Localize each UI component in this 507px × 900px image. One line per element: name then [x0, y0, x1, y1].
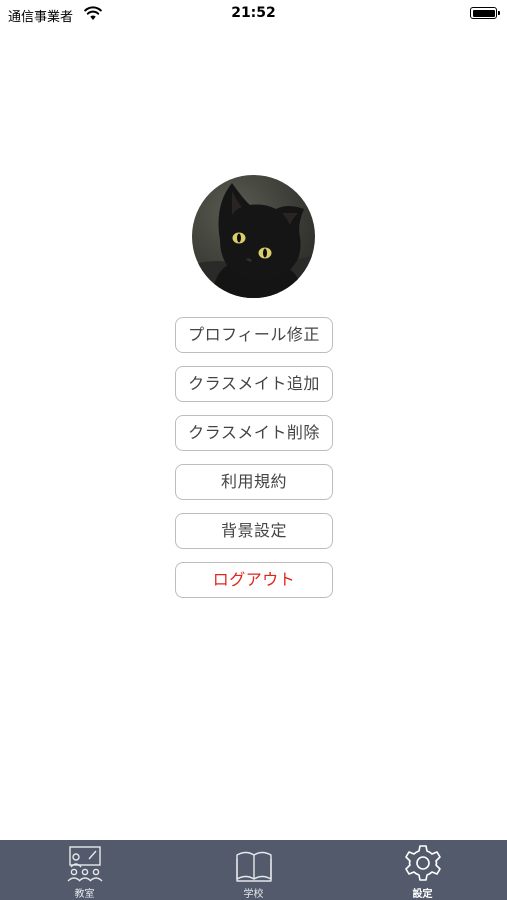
book-icon — [235, 851, 272, 882]
status-time: 21:52 — [231, 5, 276, 21]
background-settings-button[interactable]: 背景設定 — [175, 513, 333, 549]
tab-school-label: 学校 — [243, 889, 264, 900]
tab-settings-label: 設定 — [412, 889, 433, 900]
cat-photo-icon — [192, 183, 315, 298]
tab-school[interactable]: 学校 — [169, 840, 338, 900]
tab-classroom[interactable]: 教室 — [0, 840, 169, 900]
settings-menu: プロフィール修正 クラスメイト追加 クラスメイト削除 利用規約 背景設定 ログア… — [175, 317, 333, 611]
tab-classroom-label: 教室 — [74, 889, 95, 900]
add-classmate-button[interactable]: クラスメイト追加 — [175, 366, 333, 402]
status-bar: 通信事業者 21:52 — [0, 0, 507, 30]
delete-classmate-button[interactable]: クラスメイト削除 — [175, 415, 333, 451]
classroom-icon — [67, 846, 102, 882]
profile-avatar[interactable] — [192, 175, 315, 298]
tab-bar: 教室 学校 設定 — [0, 840, 507, 900]
logout-button[interactable]: ログアウト — [175, 562, 333, 598]
gear-icon — [404, 845, 441, 881]
tab-settings[interactable]: 設定 — [338, 840, 507, 900]
terms-button[interactable]: 利用規約 — [175, 464, 333, 500]
profile-edit-button[interactable]: プロフィール修正 — [175, 317, 333, 353]
battery-icon — [470, 7, 500, 19]
